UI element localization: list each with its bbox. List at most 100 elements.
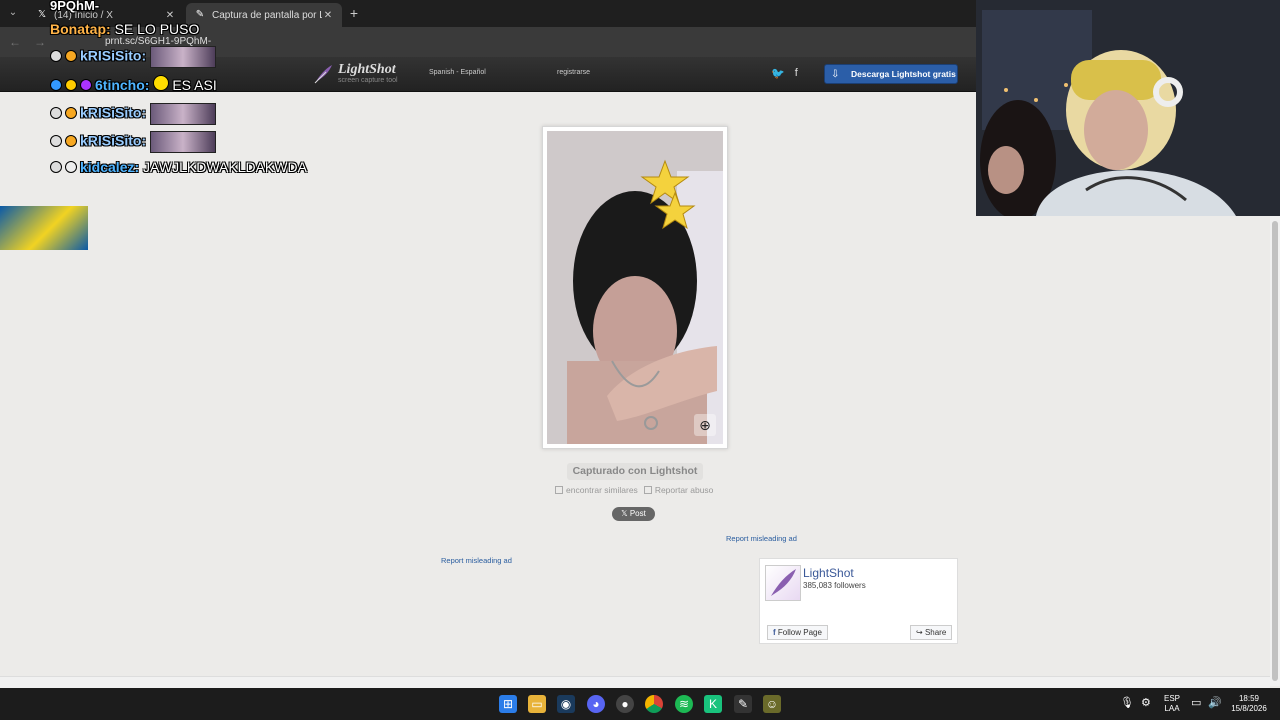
- chat-username: kRISiSito: [80, 132, 142, 149]
- page-followers: 385,083 followers: [803, 581, 866, 590]
- new-tab-icon[interactable]: +: [346, 4, 362, 22]
- emote-icon: [153, 75, 170, 91]
- discord-icon[interactable]: ◕: [587, 695, 605, 713]
- facebook-page-widget: LightShot 385,083 followers f Follow Pag…: [759, 558, 958, 644]
- vertical-scrollbar[interactable]: [1270, 216, 1280, 686]
- clock-time: 18:59: [1238, 694, 1260, 703]
- zoom-icon[interactable]: ⊕: [694, 414, 716, 436]
- steam-icon[interactable]: ◉: [557, 695, 575, 713]
- scrollbar-thumb[interactable]: [1272, 221, 1278, 681]
- badge-icon: [65, 49, 77, 62]
- facebook-icon[interactable]: f: [795, 67, 798, 80]
- badge-icon: [65, 134, 77, 147]
- back-arrow-icon[interactable]: ←: [9, 35, 21, 49]
- chat-username: kRISiSito: [80, 47, 142, 64]
- badge-icon: [50, 49, 62, 62]
- display-icon[interactable]: ▭: [1191, 698, 1201, 709]
- language-indicator[interactable]: ESP LAA: [1162, 694, 1182, 714]
- report-abuse-link[interactable]: Reportar abuso: [643, 485, 713, 495]
- tab-lightshot[interactable]: ✎ Captura de pantalla por LightShot ✕: [186, 3, 342, 27]
- badge-icon: [65, 106, 77, 119]
- emote-image: [150, 103, 217, 125]
- emote-image: [0, 206, 88, 250]
- chat-username: Bonatap: [50, 21, 106, 37]
- image-icon: [555, 486, 563, 494]
- badge-icon: [50, 106, 62, 119]
- badge-icon: [65, 161, 77, 173]
- page-avatar[interactable]: [765, 565, 801, 601]
- chat-message: kRISiSito:: [50, 46, 217, 68]
- badge-icon: [50, 134, 62, 147]
- chat-text: SE LO PUSO: [114, 21, 200, 37]
- file-explorer-icon[interactable]: ▭: [528, 695, 546, 713]
- chat-message: kRISiSito:: [50, 103, 217, 125]
- emote-image: [150, 46, 217, 68]
- chat-message: 6tincho: ES ASI: [50, 75, 217, 93]
- keyboard-layout: LAA: [1164, 704, 1180, 713]
- screenshot-photo: [547, 131, 723, 444]
- social-links: 🐦 f: [771, 67, 798, 80]
- screenshot-image[interactable]: [547, 131, 723, 444]
- chat-username: 6tincho: [95, 77, 145, 93]
- captured-with-lightshot: Capturado con Lightshot: [567, 463, 703, 480]
- flag-icon: [643, 486, 652, 494]
- kick-icon[interactable]: K: [704, 695, 722, 713]
- image-actions: encontrar similares Reportar abuso: [555, 485, 713, 495]
- logo-tagline: screen capture tool: [338, 77, 398, 84]
- report-misleading-ad-link[interactable]: Report misleading ad: [441, 556, 512, 565]
- language-code: ESP: [1163, 694, 1180, 703]
- webcam-frame: [976, 0, 1280, 216]
- forward-arrow-icon[interactable]: →: [34, 35, 46, 49]
- x-post-button[interactable]: 𝕏 Post: [612, 507, 655, 521]
- chat-username: kRISiSito: [80, 104, 142, 121]
- feather-icon: [771, 569, 796, 596]
- network-icon[interactable]: ⚙: [1141, 698, 1151, 709]
- badge-icon: [50, 79, 62, 91]
- download-label: Descarga Lightshot gratis: [851, 69, 956, 79]
- report-misleading-ad-link[interactable]: Report misleading ad: [726, 534, 797, 543]
- tab-search-chevron-icon[interactable]: ⌄: [4, 4, 22, 22]
- app-icon[interactable]: ☺: [763, 695, 781, 713]
- windows-start-icon[interactable]: ⊞: [499, 695, 517, 713]
- find-similar-link[interactable]: encontrar similares: [555, 485, 638, 495]
- clock-date: 15/8/2026: [1231, 704, 1267, 713]
- tab-close-icon[interactable]: ✕: [322, 10, 334, 21]
- logo-name: LightShot: [338, 62, 396, 77]
- download-icon: ⇩: [831, 68, 840, 80]
- chat-text: JAWJLKDWAKLDAKWDA: [143, 159, 307, 175]
- twitter-icon[interactable]: 🐦: [771, 67, 785, 80]
- horizontal-scrollbar[interactable]: [0, 676, 1270, 688]
- chat-message: kidcalez: JAWJLKDWAKLDAKWDA: [50, 159, 307, 175]
- chat-fragment: 9PQhM-: [50, 0, 100, 13]
- badge-icon: [80, 79, 92, 91]
- chat-message: kRISiSito:: [50, 131, 217, 153]
- share-button[interactable]: ↪ Share: [910, 625, 953, 640]
- chat-text: ES ASI: [172, 77, 217, 93]
- webcam-overlay: [976, 0, 1280, 216]
- clock[interactable]: 18:59 15/8/2026: [1226, 694, 1272, 714]
- microphone-icon[interactable]: 🎙: [1120, 698, 1134, 709]
- register-link[interactable]: registrarse: [557, 69, 590, 76]
- lightshot-app-icon[interactable]: ✎: [734, 695, 752, 713]
- volume-icon[interactable]: 🔊: [1208, 698, 1222, 709]
- language-selector[interactable]: Spanish - Español: [429, 69, 486, 76]
- follow-page-button[interactable]: f Follow Page: [767, 625, 828, 640]
- obs-icon[interactable]: ●: [616, 695, 634, 713]
- chat-message: Bonatap: SE LO PUSO: [50, 21, 200, 37]
- download-lightshot-button[interactable]: ⇩ Descarga Lightshot gratis: [824, 64, 958, 84]
- lightshot-icon: ✎: [195, 9, 205, 20]
- lightshot-logo[interactable]: LightShot screen capture tool: [312, 63, 398, 87]
- spotify-icon[interactable]: ≋: [675, 695, 693, 713]
- emote-image: [150, 131, 217, 153]
- taskbar: ⊞ ▭ ◉ ◕ ● ≋ K ✎ ☺ 🎙 ⚙ ESP LAA ▭ 🔊 18:59 …: [0, 688, 1280, 720]
- chrome-icon[interactable]: [645, 695, 663, 713]
- badge-icon: [50, 161, 62, 173]
- chat-username: kidcalez: [80, 159, 135, 175]
- page-name[interactable]: LightShot: [803, 566, 854, 580]
- x-logo-icon: 𝕏: [37, 9, 47, 20]
- feather-icon: [314, 65, 332, 84]
- tab-title: Captura de pantalla por LightShot: [212, 9, 322, 21]
- tab-close-icon[interactable]: ✕: [164, 10, 176, 21]
- share-arrow-icon: ↪: [916, 628, 925, 637]
- screenshot-frame: [542, 126, 728, 449]
